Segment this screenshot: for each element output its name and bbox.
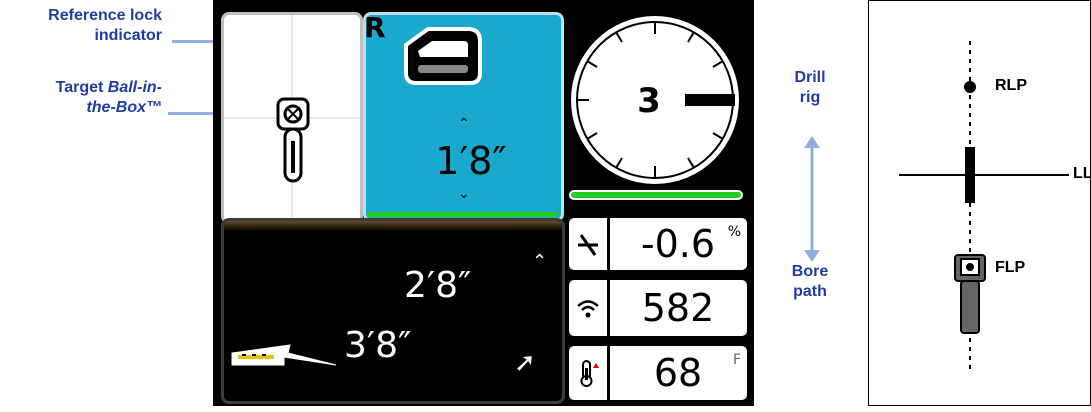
pitch-unit: % — [727, 224, 741, 240]
pitch-box: -0.6 % — [569, 218, 747, 270]
locator-icon — [404, 27, 482, 85]
ll-marker — [965, 147, 975, 203]
temperature-icon — [569, 346, 610, 400]
pitch-value: -0.6 — [640, 222, 716, 266]
rlp-dot — [964, 81, 976, 93]
ground-line — [224, 221, 562, 231]
depth-mid-value: 2′8″ — [404, 265, 472, 306]
transmitter-icon — [954, 254, 986, 334]
signal-icon — [569, 280, 610, 336]
target-label: Target Ball-in- the-Box™ — [55, 79, 162, 116]
locate-points-diagram: RLP LL FLP — [868, 0, 1091, 406]
depth-signal-bar — [367, 212, 557, 217]
locator-screen: R ⌃ 1′8″ ⌄ 3 ⌃ 2′8″ 3′8″ ➚ -0.6 % 582 68… — [213, 0, 754, 406]
roll-signal-bar — [569, 190, 743, 200]
target-panel — [221, 12, 363, 224]
up-arrow-icon: ⌃ — [532, 251, 548, 271]
pitch-icon — [569, 218, 610, 270]
rlp-label: RLP — [995, 77, 1027, 94]
roll-pointer — [685, 94, 735, 106]
reference-lock-indicator: R — [364, 12, 386, 44]
signal-value: 582 — [641, 286, 715, 330]
predicted-depth-panel: ⌃ 2′8″ 3′8″ ➚ — [221, 218, 565, 404]
down-chevron-icon: ⌄ — [458, 185, 470, 201]
depth-arrow-icon: ➚ — [514, 347, 536, 377]
ll-label: LL — [1073, 165, 1091, 182]
depth-top-value: 1′8″ — [435, 139, 507, 183]
reference-lock-label: Reference lock indicator — [48, 7, 162, 44]
temperature-box: 68 F — [569, 346, 747, 400]
ball-in-box-icon — [276, 97, 310, 183]
direction-double-arrow — [804, 136, 820, 262]
drill-rig-label: Drill rig — [794, 69, 826, 106]
locate-diagram-graphic — [899, 41, 1069, 371]
flp-label: FLP — [995, 259, 1026, 276]
signal-box: 582 — [569, 280, 747, 336]
up-chevron-icon: ⌃ — [458, 115, 470, 131]
bore-path-label: Bore path — [791, 263, 829, 300]
depth-bottom-value: 3′8″ — [344, 325, 412, 366]
roll-value: 3 — [637, 81, 661, 121]
temperature-unit: F — [732, 352, 741, 368]
depth-panel: R ⌃ 1′8″ ⌄ — [363, 12, 564, 222]
drill-head-icon — [231, 344, 337, 366]
roll-dial: 3 — [571, 16, 739, 184]
temperature-value: 68 — [653, 351, 703, 395]
